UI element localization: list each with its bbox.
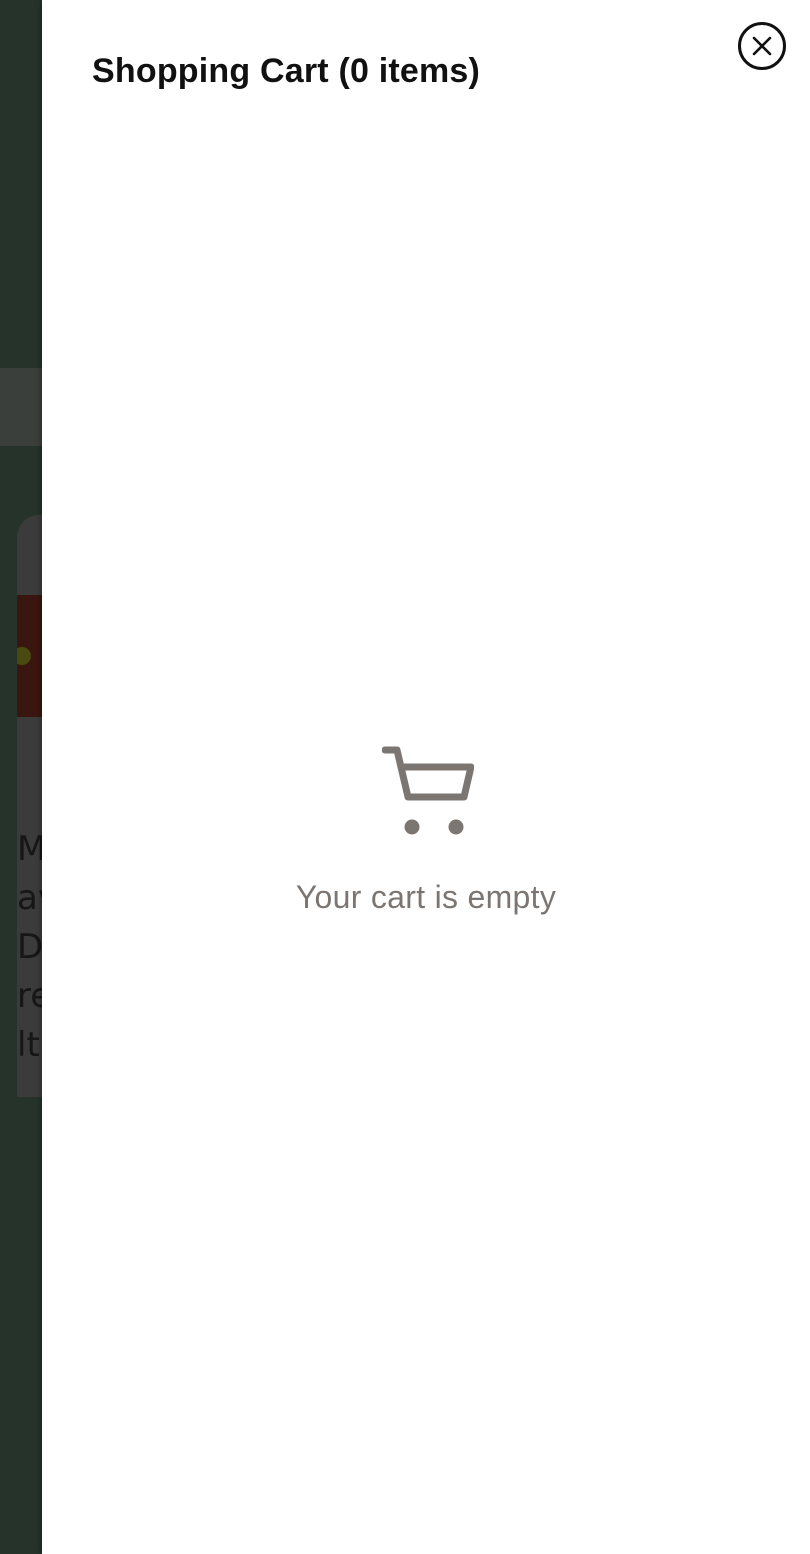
empty-cart-state: Your cart is empty — [42, 745, 810, 916]
close-button[interactable] — [738, 22, 786, 70]
empty-cart-message: Your cart is empty — [295, 879, 557, 915]
cart-title: Shopping Cart (0 items) — [92, 52, 481, 90]
cart-drawer: Shopping Cart (0 items) Your cart is emp… — [42, 0, 810, 1554]
bg-fragment: lt — [17, 1025, 40, 1065]
close-icon — [752, 36, 772, 56]
shopping-cart-icon — [382, 746, 474, 835]
